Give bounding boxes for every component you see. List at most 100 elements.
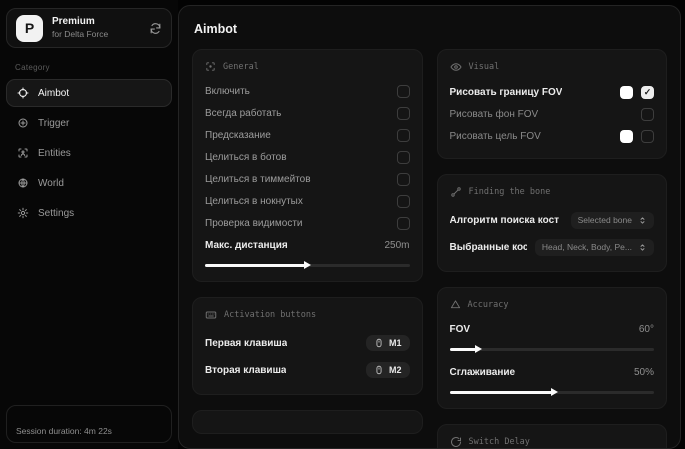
accuracy-panel-header: Accuracy <box>450 299 655 310</box>
first-key-button[interactable]: M1 <box>365 335 410 351</box>
slider-fill[interactable] <box>449 390 552 394</box>
panel-title: Accuracy <box>467 299 509 310</box>
second-key-button[interactable]: M2 <box>365 362 410 378</box>
sidebar-item-label: World <box>38 177 64 189</box>
toggle-row-enable: Включить <box>205 81 410 102</box>
visual-panel: Visual Рисовать границу FOV Рисовать фон… <box>436 49 667 159</box>
toggle-row-target-bots: Целиться в ботов <box>205 147 410 168</box>
chevrons-up-down-icon <box>640 243 645 251</box>
fov-target-color-swatch[interactable] <box>620 130 633 143</box>
bone-algorithm-row: Алгоритм поиска кост Selected bone <box>449 207 654 233</box>
page-title: Aimbot <box>194 22 238 36</box>
sidebar-item-settings[interactable]: Settings <box>6 199 172 227</box>
premium-logo-letter: P <box>24 20 35 36</box>
activation-buttons-panel: Activation buttons Первая клавиша M1 Вто… <box>192 297 423 395</box>
draw-fov-target-row: Рисовать цель FOV <box>450 126 654 147</box>
entities-icon <box>17 147 29 159</box>
prediction-checkbox[interactable] <box>396 129 410 142</box>
row-controls <box>620 86 654 99</box>
bone-algorithm-select[interactable]: Selected bone <box>570 211 654 229</box>
premium-logo: P <box>16 14 43 42</box>
sidebar: P Premium for Delta Force Category Aimbo… <box>0 0 178 449</box>
draw-fov-target-checkbox[interactable] <box>641 130 654 143</box>
app-window: P Premium for Delta Force Category Aimbo… <box>0 0 685 449</box>
max-distance-slider[interactable] <box>205 260 410 270</box>
panel-title: Activation buttons <box>224 310 317 320</box>
left-column: General Включить Всегда работать Предска… <box>192 49 423 434</box>
bone-algorithm-label: Алгоритм поиска кост <box>449 214 560 226</box>
toggle-row-target-teammates: Целиться в тиммейтов <box>205 169 410 190</box>
row-controls <box>641 108 654 121</box>
refresh-icon[interactable] <box>149 22 162 35</box>
panel-title: Switch Delay <box>468 437 530 447</box>
smoothing-label: Сглаживание <box>449 367 516 378</box>
finding-bone-panel: Finding the bone Алгоритм поиска кост Se… <box>436 174 667 272</box>
draw-fov-border-row: Рисовать границу FOV <box>449 82 654 103</box>
select-value: Selected bone <box>577 215 632 225</box>
always-work-checkbox[interactable] <box>396 107 410 120</box>
toggle-row-prediction: Предсказание <box>205 125 410 146</box>
sidebar-item-world[interactable]: World <box>6 169 172 197</box>
toggle-label: Целиться в ботов <box>205 152 287 163</box>
keyboard-icon <box>205 309 217 321</box>
sidebar-item-label: Entities <box>38 147 71 159</box>
mouse-icon <box>376 365 382 375</box>
sidebar-item-aimbot[interactable]: Aimbot <box>6 79 172 107</box>
panel-title: Visual <box>468 62 500 72</box>
key-binding: M2 <box>388 365 402 375</box>
toggle-row-target-knocked: Целиться в нокнутых <box>205 191 410 212</box>
visual-panel-header: Visual <box>450 61 655 73</box>
empty-panel <box>192 410 423 434</box>
slider-fill[interactable] <box>449 347 477 351</box>
sidebar-item-label: Trigger <box>38 117 70 129</box>
draw-fov-background-checkbox[interactable] <box>641 108 654 121</box>
smoothing-value: 50% <box>633 367 654 378</box>
switch-delay-panel-header: Switch Delay <box>450 436 655 448</box>
mouse-icon <box>376 338 382 348</box>
trigger-icon <box>17 117 29 129</box>
activation-panel-header: Activation buttons <box>205 309 410 321</box>
enable-checkbox[interactable] <box>396 85 410 98</box>
toggle-label: Целиться в тиммейтов <box>205 174 311 185</box>
sidebar-item-entities[interactable]: Entities <box>6 139 172 167</box>
selected-bones-row: Выбранные кос Head, Neck, Body, Pe... <box>450 234 654 260</box>
target-knocked-checkbox[interactable] <box>396 195 410 208</box>
session-duration: Session duration: 4m 22s <box>16 426 112 436</box>
right-column: Visual Рисовать границу FOV Рисовать фон… <box>436 49 667 448</box>
slider-label: Макс. дистанция <box>205 240 288 251</box>
slider-fill[interactable] <box>205 263 306 267</box>
gear-icon <box>17 207 29 219</box>
panel-title: Finding the bone <box>468 187 551 197</box>
visibility-check-checkbox[interactable] <box>396 217 410 230</box>
toggle-label: Включить <box>205 86 250 97</box>
toggle-label: Проверка видимости <box>205 218 303 229</box>
selected-bones-select[interactable]: Head, Neck, Body, Pe... <box>534 238 654 256</box>
visual-label: Рисовать границу FOV <box>449 87 563 98</box>
fov-slider[interactable] <box>449 344 654 354</box>
toggle-label: Предсказание <box>205 130 271 141</box>
target-bots-checkbox[interactable] <box>396 151 410 164</box>
eye-icon <box>450 61 462 73</box>
row-controls <box>620 130 654 143</box>
sidebar-nav: Aimbot Trigger Entities World Settings <box>6 79 172 227</box>
bone-panel-header: Finding the bone <box>450 186 655 198</box>
category-label: Category <box>15 63 50 72</box>
fov-border-color-swatch[interactable] <box>620 86 633 99</box>
toggle-label: Всегда работать <box>205 108 282 119</box>
draw-fov-border-checkbox[interactable] <box>641 86 654 99</box>
session-card: Session duration: 4m 22s <box>6 405 172 443</box>
key-label: Вторая клавиша <box>205 364 287 376</box>
general-panel: General Включить Всегда работать Предска… <box>192 49 423 282</box>
target-teammates-checkbox[interactable] <box>396 173 410 186</box>
first-key-row: Первая клавиша M1 <box>205 330 410 356</box>
toggle-row-always-work: Всегда работать <box>205 103 410 124</box>
fov-value: 60° <box>638 324 654 335</box>
panel-columns: General Включить Всегда работать Предска… <box>192 49 667 448</box>
premium-text: Premium for Delta Force <box>52 16 140 39</box>
rotate-icon <box>450 436 462 448</box>
smoothing-slider[interactable] <box>449 387 654 397</box>
crosshair-icon <box>17 87 29 99</box>
slider-value: 250m <box>384 240 410 251</box>
premium-card: P Premium for Delta Force <box>6 8 172 48</box>
sidebar-item-trigger[interactable]: Trigger <box>6 109 172 137</box>
